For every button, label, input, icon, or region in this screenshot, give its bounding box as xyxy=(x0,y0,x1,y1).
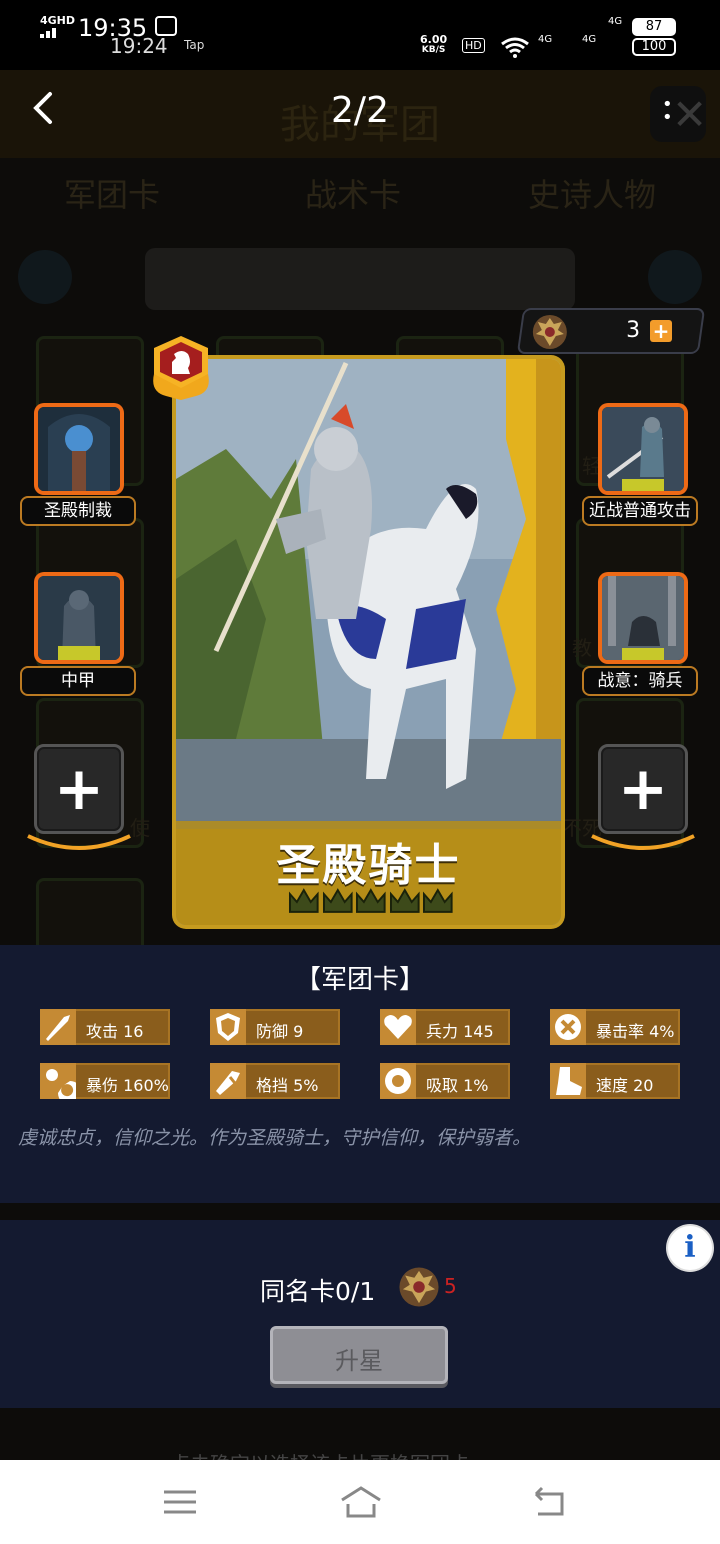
bg-tabs: 军团卡 战术卡 史诗人物 xyxy=(0,170,720,230)
wifi-icon xyxy=(500,36,530,63)
legion-card: 圣殿骑士 xyxy=(172,355,565,929)
skill-label-left-2: 中甲 xyxy=(20,666,136,696)
melee-attack-icon xyxy=(602,407,684,491)
skill-slot-right-1[interactable] xyxy=(598,403,688,495)
plus-icon: + xyxy=(53,754,105,824)
skill-label-right-1: 近战普通攻击 xyxy=(582,496,698,526)
double-eagle-icon xyxy=(532,315,567,349)
upgrade-star-button[interactable]: 升星 xyxy=(270,1326,448,1384)
sim0-label: 4G xyxy=(608,16,623,27)
cavalry-morale-icon xyxy=(602,576,684,660)
currency-amount: 3 xyxy=(626,318,641,343)
knight-rank-icon xyxy=(153,336,209,400)
upgrade-panel: i 同名卡0/1 5 升星 xyxy=(0,1220,720,1408)
lifesteal-icon xyxy=(380,1063,416,1099)
skill-label-left-1: 圣殿制裁 xyxy=(20,496,136,526)
bg-filter-icon xyxy=(648,250,702,304)
card-description: 虔诚忠贞，信仰之光。作为圣殿骑士，守护信仰，保护弱者。 xyxy=(18,1127,532,1149)
crit-damage-icon xyxy=(40,1063,76,1099)
back-button[interactable] xyxy=(28,88,62,132)
bg-tab-legion: 军团卡 xyxy=(64,176,161,214)
crown-icon xyxy=(423,888,453,913)
boot-icon xyxy=(550,1063,586,1099)
home-icon[interactable] xyxy=(338,1482,384,1522)
stat-block: 格挡 5% xyxy=(210,1063,340,1099)
bg-faint-text: 教 xyxy=(572,636,592,660)
upgrade-cost: 5 xyxy=(444,1274,457,1298)
add-currency-icon[interactable]: + xyxy=(650,319,672,343)
card-type-title: 【军团卡】 xyxy=(294,965,425,995)
close-icon: ✕ xyxy=(672,90,708,139)
battery-icon-2: 100 xyxy=(632,38,676,56)
stat-troops: 兵力 145 xyxy=(380,1009,510,1045)
block-icon xyxy=(210,1063,246,1099)
bg-tab-epic: 史诗人物 xyxy=(528,176,657,214)
chevron-left-icon xyxy=(33,92,52,124)
skill-slot-right-2[interactable] xyxy=(598,572,688,664)
card-info-panel: 【军团卡】 攻击 16 防御 9 兵力 145 暴击率 4% 暴伤 160% 格… xyxy=(0,945,720,1203)
skill-slot-left-2[interactable] xyxy=(34,572,124,664)
shield-icon xyxy=(210,1009,246,1045)
crown-icon xyxy=(356,888,386,913)
stat-defense: 防御 9 xyxy=(210,1009,340,1045)
sim1-label: 4G xyxy=(538,34,553,45)
add-skill-right-button[interactable]: + xyxy=(598,744,688,834)
bg-tab-tactics: 战术卡 xyxy=(305,176,402,214)
crown-icon xyxy=(389,888,420,913)
tap-label: Tap xyxy=(184,38,205,52)
info-button[interactable]: i xyxy=(668,1226,712,1270)
system-nav-bar xyxy=(0,1460,720,1544)
menu-icon[interactable] xyxy=(160,1482,200,1522)
sword-icon xyxy=(40,1009,76,1045)
page-indicator: 2/2 xyxy=(331,90,389,131)
heart-icon xyxy=(380,1009,416,1045)
crown-icon xyxy=(322,888,353,913)
stat-attack: 攻击 16 xyxy=(40,1009,170,1045)
medium-armor-icon xyxy=(38,576,120,660)
emblem-currency[interactable]: 3 + xyxy=(516,308,706,354)
status-bar: 4GHD 19:35 19:24 Tap 6.00 KB/S HD 4G 4G 4… xyxy=(0,0,720,70)
card-name: 圣殿骑士 xyxy=(276,840,461,891)
clock-secondary: 19:24 xyxy=(110,34,168,58)
double-eagle-icon xyxy=(399,1267,439,1307)
close-button[interactable]: ✕ • • xyxy=(650,86,708,142)
add-skill-left-button[interactable]: + xyxy=(34,744,124,834)
info-icon: i xyxy=(684,1230,696,1265)
network-type: 4GHD xyxy=(40,14,76,27)
battery-icon: 87 xyxy=(632,18,676,36)
slot-glow-icon xyxy=(27,834,131,850)
bg-search-bar xyxy=(145,248,575,310)
slot-glow-icon xyxy=(591,834,695,850)
sanctuary-judgment-icon xyxy=(38,407,120,491)
stat-crit-damage: 暴伤 160% xyxy=(40,1063,170,1099)
stat-lifesteal: 吸取 1% xyxy=(380,1063,510,1099)
star-rating xyxy=(288,886,454,914)
plus-icon: + xyxy=(617,754,669,824)
more-dots-icon: • • xyxy=(662,94,673,128)
stat-speed: 速度 20 xyxy=(550,1063,680,1099)
back-nav-icon[interactable] xyxy=(528,1482,568,1522)
stat-crit-rate: 暴击率 4% xyxy=(550,1009,680,1045)
skill-label-right-2: 战意：骑兵 xyxy=(582,666,698,696)
crown-icon xyxy=(288,888,319,913)
bg-list-icon xyxy=(18,250,72,304)
net-speed: 6.00 KB/S xyxy=(420,33,448,55)
message-icon xyxy=(155,16,177,36)
hd-icon: HD xyxy=(462,38,485,53)
skill-slot-left-1[interactable] xyxy=(34,403,124,495)
knight-illustration: 圣殿骑士 xyxy=(176,359,561,925)
duplicate-count: 同名卡0/1 xyxy=(260,1277,376,1306)
signal-icon xyxy=(40,28,56,38)
sim2-label: 4G xyxy=(582,34,597,45)
upgrade-star-label: 升星 xyxy=(335,1347,383,1375)
crit-icon xyxy=(550,1009,586,1045)
